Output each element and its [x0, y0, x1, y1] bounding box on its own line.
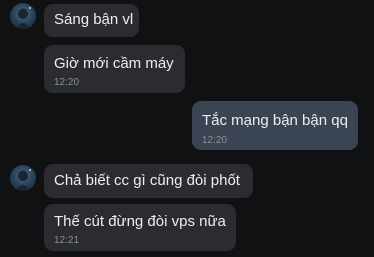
message-text: Giờ mới cầm máy — [54, 55, 174, 72]
outgoing-message-bubble[interactable]: Tắc mạng bận bận qq 12:20 — [192, 101, 358, 150]
anime-character-avatar-icon — [16, 7, 31, 29]
incoming-message-bubble[interactable]: Giờ mới cầm máy 12:20 — [44, 45, 185, 93]
incoming-message-bubble[interactable]: Chả biết cc gì cũng đòi phốt — [44, 164, 253, 198]
message-timestamp: 12:20 — [54, 77, 80, 88]
chat-thread: Sáng bận vl Giờ mới cầm máy 12:20 Tắc mạ… — [0, 0, 374, 257]
message-text: Tắc mạng bận bận qq — [202, 112, 348, 129]
message-text: Thế cút đừng đòi vps nữa — [54, 213, 226, 230]
message-text: Chả biết cc gì cũng đòi phốt — [54, 172, 240, 189]
message-timestamp: 12:20 — [202, 135, 228, 146]
contact-avatar[interactable] — [10, 165, 36, 191]
contact-avatar[interactable] — [10, 3, 36, 29]
anime-character-avatar-icon — [16, 169, 31, 191]
incoming-message-bubble[interactable]: Sáng bận vl — [44, 4, 139, 37]
message-text: Sáng bận vl — [54, 11, 134, 28]
message-timestamp: 12:21 — [54, 235, 80, 246]
incoming-message-bubble[interactable]: Thế cút đừng đòi vps nữa 12:21 — [44, 204, 236, 251]
